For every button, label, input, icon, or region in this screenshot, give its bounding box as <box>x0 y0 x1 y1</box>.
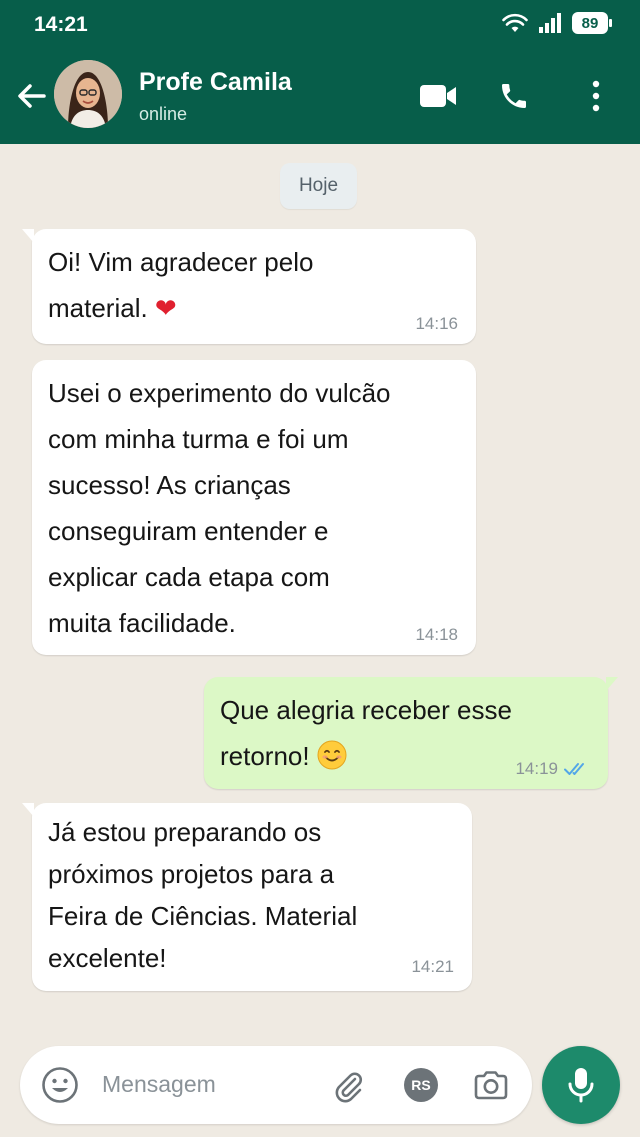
message-composer: Mensagem RS <box>20 1046 532 1124</box>
message-meta: 14:18 <box>415 625 458 645</box>
message-meta: 14:16 <box>415 314 458 334</box>
more-vertical-icon <box>592 80 600 112</box>
smiling-face-emoji <box>317 740 347 770</box>
avatar-photo <box>54 60 122 128</box>
contact-status: online <box>139 104 188 124</box>
video-camera-icon <box>420 85 456 107</box>
bubble-tail <box>606 677 618 691</box>
message-text: Oi! Vim agradecer pelo material. ❤ <box>48 239 313 332</box>
message-line: com minha turma e foi um <box>48 424 349 454</box>
message-line: próximos projetos para a <box>48 859 335 889</box>
message-line: retorno! <box>220 733 512 779</box>
message-time: 14:18 <box>415 625 458 644</box>
message-line: excelente! <box>48 943 167 973</box>
message-line: Usei o experimento do vulcão <box>48 378 391 408</box>
bubble-tail <box>22 229 34 243</box>
message-bubble-incoming[interactable]: Usei o experimento do vulcão com minha t… <box>32 360 476 655</box>
contact-name[interactable]: Profe Camila <box>139 68 292 97</box>
day-separator: Hoje <box>280 163 357 209</box>
bubble-tail <box>22 803 34 817</box>
double-check-read-icon <box>564 763 584 775</box>
message-meta: 14:19 <box>515 759 590 779</box>
arrow-left-icon <box>18 84 46 108</box>
payment-avatar-button[interactable]: RS <box>404 1068 438 1102</box>
video-call-button[interactable] <box>418 76 458 116</box>
message-meta: 14:21 <box>411 957 454 977</box>
emoji-button[interactable] <box>40 1065 80 1105</box>
message-text: Usei o experimento do vulcão com minha t… <box>48 370 391 646</box>
message-line: conseguiram entender e <box>48 516 329 546</box>
message-line: explicar cada etapa com <box>48 562 330 592</box>
battery-indicator: 89 <box>572 12 612 34</box>
heart-emoji: ❤ <box>154 294 177 324</box>
message-line: sucesso! As crianças <box>48 470 291 500</box>
message-time: 14:21 <box>411 957 454 976</box>
message-line: Já estou preparando os <box>48 817 322 847</box>
more-options-button[interactable] <box>576 76 616 116</box>
message-line: Que alegria receber esse <box>220 695 512 725</box>
message-input[interactable]: Mensagem <box>102 1071 216 1098</box>
chat-header: Profe Camila online <box>0 48 640 144</box>
voice-call-button[interactable] <box>494 76 534 116</box>
message-time: 14:19 <box>515 759 558 778</box>
voice-message-button[interactable] <box>542 1046 620 1124</box>
message-text: Que alegria receber esse retorno! <box>220 687 512 779</box>
emoji-icon <box>42 1067 78 1103</box>
message-line: muita facilidade. <box>48 608 236 638</box>
wifi-icon <box>502 13 528 32</box>
camera-icon <box>474 1071 508 1100</box>
message-time: 14:16 <box>415 314 458 333</box>
message-bubble-incoming[interactable]: Já estou preparando os próximos projetos… <box>22 803 472 991</box>
message-line: Feira de Ciências. Material <box>48 901 358 931</box>
attach-button[interactable] <box>328 1065 368 1105</box>
message-line-text: material. <box>48 293 155 323</box>
signal-icon <box>539 13 561 33</box>
paperclip-icon <box>335 1072 362 1103</box>
message-text: Já estou preparando os próximos projetos… <box>48 811 357 979</box>
microphone-icon <box>568 1068 594 1103</box>
status-bar: 14:21 89 <box>0 0 640 48</box>
message-line: material. ❤ <box>48 285 313 332</box>
message-bubble-outgoing[interactable]: Que alegria receber esse retorno! 14:19 <box>204 677 618 789</box>
message-bubble-incoming[interactable]: Oi! Vim agradecer pelo material. ❤ 14:16 <box>22 229 476 344</box>
status-time: 14:21 <box>34 13 88 36</box>
message-line: Oi! Vim agradecer pelo <box>48 247 314 277</box>
status-icons: 89 <box>502 12 612 34</box>
camera-button[interactable] <box>471 1065 511 1105</box>
message-line-text: retorno! <box>220 741 317 771</box>
contact-avatar[interactable] <box>54 60 122 128</box>
back-button[interactable] <box>14 78 50 114</box>
phone-icon <box>502 84 526 108</box>
